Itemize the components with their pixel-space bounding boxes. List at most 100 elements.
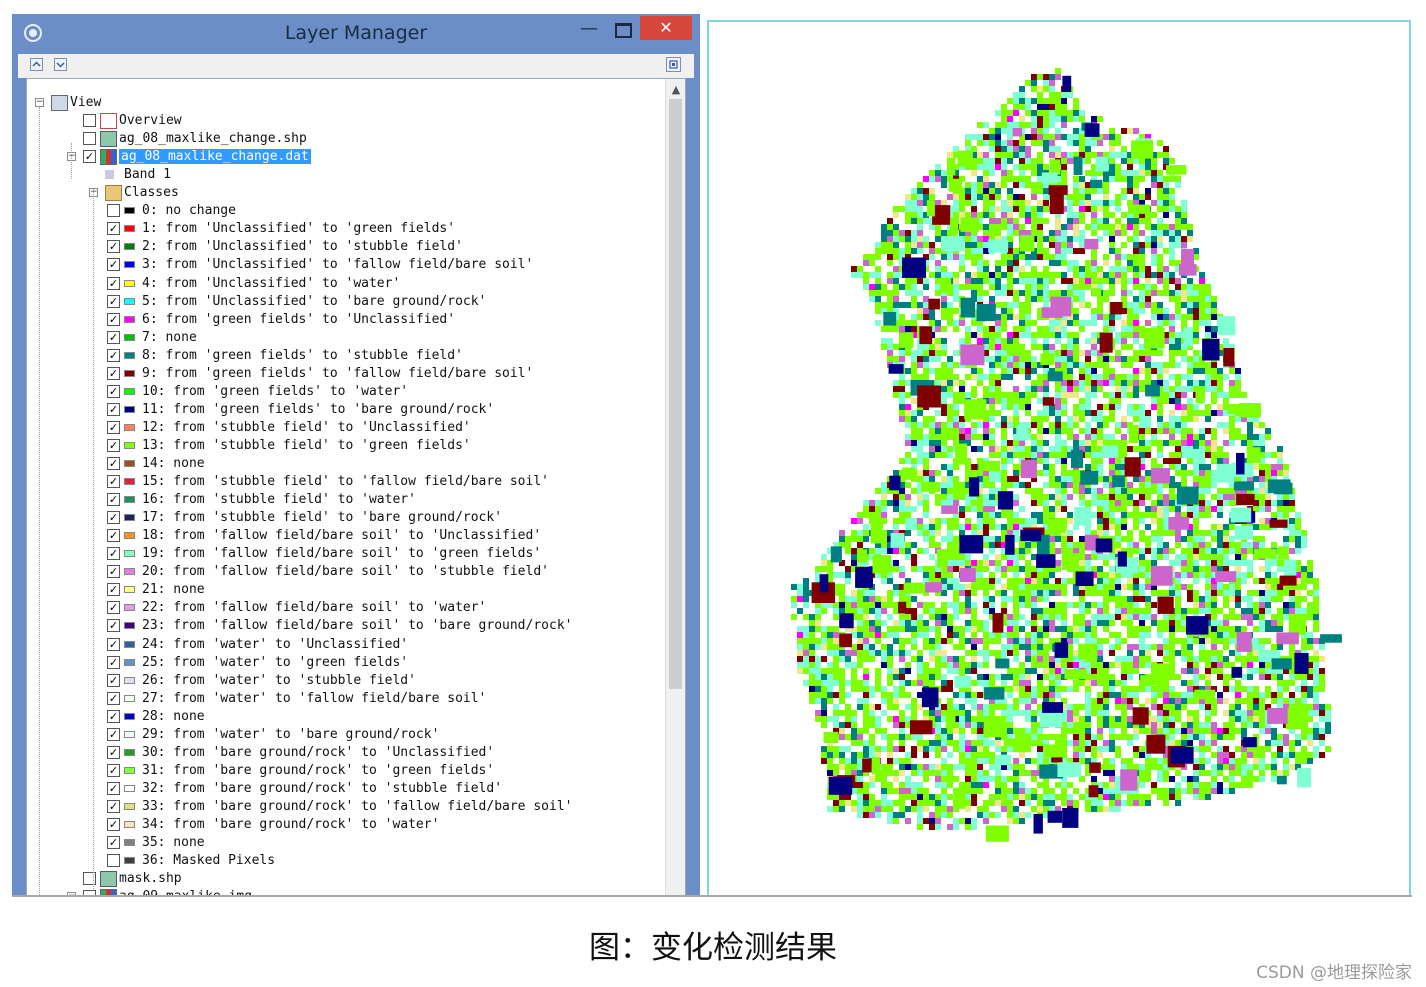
layer-checkbox[interactable]: ✓ <box>107 565 120 579</box>
layer-tree[interactable]: − View Overview ag_08_maxlike_change.shp − ✓ a… <box>26 78 686 896</box>
tree-label[interactable]: 15: from 'stubble field' to 'fallow fiel… <box>142 473 549 491</box>
selected-layer-label[interactable]: ag_08_maxlike_change.dat <box>119 149 311 165</box>
layer-checkbox[interactable]: ✓ <box>107 240 120 254</box>
layer-checkbox[interactable]: ✓ <box>107 673 120 687</box>
tree-label[interactable]: 20: from 'fallow field/bare soil' to 'st… <box>142 563 549 581</box>
tree-label[interactable]: 31: from 'bare ground/rock' to 'green fi… <box>142 762 494 780</box>
tree-label[interactable]: 14: none <box>142 455 205 473</box>
tree-label[interactable]: 35: none <box>142 834 205 852</box>
tree-label[interactable]: 19: from 'fallow field/bare soil' to 'gr… <box>142 545 541 563</box>
layer-checkbox[interactable]: ✓ <box>107 312 120 326</box>
tree-label[interactable]: Classes <box>124 184 179 202</box>
tree-label[interactable]: 29: from 'water' to 'bare ground/rock' <box>142 726 439 744</box>
expand-down-button[interactable] <box>54 58 67 71</box>
tree-label[interactable]: 16: from 'stubble field' to 'water' <box>142 491 416 509</box>
layer-checkbox[interactable]: ✓ <box>107 637 120 651</box>
tree-label[interactable]: 2: from 'Unclassified' to 'stubble field… <box>142 238 463 256</box>
layer-checkbox[interactable]: ✓ <box>107 619 120 633</box>
layer-checkbox[interactable]: ✓ <box>107 402 120 416</box>
tree-label[interactable]: 17: from 'stubble field' to 'bare ground… <box>142 509 502 527</box>
tree-label[interactable]: ag_08_maxlike_change.shp <box>119 130 307 148</box>
layer-checkbox[interactable]: ✓ <box>107 294 120 308</box>
layer-checkbox[interactable]: ✓ <box>107 420 120 434</box>
layer-checkbox[interactable]: ✓ <box>107 601 120 615</box>
layer-checkbox[interactable]: ✓ <box>107 763 120 777</box>
layer-checkbox[interactable] <box>107 854 120 868</box>
tree-label[interactable]: 33: from 'bare ground/rock' to 'fallow f… <box>142 798 572 816</box>
tree-label[interactable]: ag_08_maxlike_change.dat <box>119 148 311 166</box>
tree-label[interactable]: 5: from 'Unclassified' to 'bare ground/r… <box>142 293 486 311</box>
layer-checkbox[interactable]: ✓ <box>107 475 120 489</box>
layer-checkbox[interactable]: ✓ <box>107 745 120 759</box>
tree-label[interactable]: 7: none <box>142 329 197 347</box>
maximize-button[interactable] <box>606 18 640 42</box>
tree-label[interactable]: 11: from 'green fields' to 'bare ground/… <box>142 401 494 419</box>
layer-checkbox[interactable]: ✓ <box>107 529 120 543</box>
layer-checkbox[interactable]: ✓ <box>107 583 120 597</box>
tree-label[interactable]: 8: from 'green fields' to 'stubble field… <box>142 347 463 365</box>
tree-label[interactable]: Overview <box>119 112 182 130</box>
vertical-scrollbar[interactable]: ▲ <box>665 79 685 895</box>
close-button[interactable]: ✕ <box>640 16 692 40</box>
tree-label[interactable]: 1: from 'Unclassified' to 'green fields' <box>142 220 455 238</box>
layer-checkbox[interactable]: ✓ <box>107 836 120 850</box>
scroll-up-arrow-icon[interactable]: ▲ <box>666 83 685 97</box>
tree-label[interactable]: Band 1 <box>124 166 171 184</box>
layer-checkbox[interactable]: ✓ <box>107 781 120 795</box>
layer-checkbox[interactable]: ✓ <box>107 511 120 525</box>
tree-label[interactable]: mask.shp <box>119 870 182 888</box>
layer-checkbox[interactable]: ✓ <box>83 150 96 164</box>
tree-label[interactable]: 25: from 'water' to 'green fields' <box>142 654 408 672</box>
layer-checkbox[interactable]: ✓ <box>107 709 120 723</box>
tree-label[interactable]: 32: from 'bare ground/rock' to 'stubble … <box>142 780 502 798</box>
layer-checkbox[interactable]: ✓ <box>107 818 120 831</box>
map-view[interactable] <box>707 20 1411 897</box>
tree-label[interactable]: 10: from 'green fields' to 'water' <box>142 383 408 401</box>
tree-label[interactable]: 13: from 'stubble field' to 'green field… <box>142 437 471 455</box>
layer-checkbox[interactable]: ✓ <box>107 222 120 236</box>
pin-button[interactable] <box>666 57 681 72</box>
tree-label[interactable]: 9: from 'green fields' to 'fallow field/… <box>142 365 533 383</box>
tree-label[interactable]: 24: from 'water' to 'Unclassified' <box>142 636 408 654</box>
tree-label[interactable]: 6: from 'green fields' to 'Unclassified' <box>142 311 455 329</box>
minimize-button[interactable]: — <box>572 18 606 42</box>
tree-label[interactable]: 26: from 'water' to 'stubble field' <box>142 672 416 690</box>
layer-checkbox[interactable] <box>83 114 96 128</box>
layer-checkbox[interactable]: ✓ <box>107 799 120 813</box>
scroll-thumb[interactable] <box>669 99 682 689</box>
layer-checkbox[interactable] <box>83 132 96 146</box>
tree-label[interactable]: 23: from 'fallow field/bare soil' to 'ba… <box>142 617 572 635</box>
layer-checkbox[interactable]: ✓ <box>107 384 120 398</box>
collapse-up-button[interactable] <box>30 58 43 71</box>
layer-checkbox[interactable]: ✓ <box>107 655 120 669</box>
tree-label[interactable]: 27: from 'water' to 'fallow field/bare s… <box>142 690 486 708</box>
layer-checkbox[interactable]: ✓ <box>107 330 120 344</box>
layer-checkbox[interactable]: ✓ <box>107 691 120 705</box>
layer-checkbox[interactable]: ✓ <box>107 258 120 272</box>
tree-label[interactable]: 0: no change <box>142 202 236 220</box>
tree-label[interactable]: 21: none <box>142 581 205 599</box>
layer-checkbox[interactable]: ✓ <box>107 457 120 470</box>
tree-label[interactable]: 18: from 'fallow field/bare soil' to 'Un… <box>142 527 541 545</box>
title-bar[interactable]: Layer Manager — ✕ <box>12 14 700 52</box>
layer-checkbox[interactable]: ✓ <box>107 348 120 362</box>
layer-checkbox[interactable]: ✓ <box>107 366 120 380</box>
layer-checkbox[interactable]: ✓ <box>107 547 120 561</box>
layer-checkbox[interactable]: ✓ <box>107 438 120 452</box>
tree-label[interactable]: View <box>70 94 101 112</box>
tree-label[interactable]: 4: from 'Unclassified' to 'water' <box>142 275 400 293</box>
tree-label[interactable]: 36: Masked Pixels <box>142 852 275 870</box>
layer-checkbox[interactable]: ✓ <box>107 727 120 741</box>
tree-label[interactable]: 22: from 'fallow field/bare soil' to 'wa… <box>142 599 486 617</box>
tree-label[interactable]: 34: from 'bare ground/rock' to 'water' <box>142 816 439 834</box>
layer-checkbox[interactable]: ✓ <box>107 493 120 507</box>
layer-checkbox[interactable] <box>83 872 96 886</box>
map-pixel <box>935 410 941 416</box>
layer-checkbox[interactable]: ✓ <box>107 276 120 290</box>
tree-label[interactable]: 28: none <box>142 708 205 726</box>
tree-label[interactable]: 30: from 'bare ground/rock' to 'Unclassi… <box>142 744 494 762</box>
layer-checkbox[interactable] <box>107 204 120 218</box>
tree-label[interactable]: 12: from 'stubble field' to 'Unclassifie… <box>142 419 471 437</box>
tree-label[interactable]: 3: from 'Unclassified' to 'fallow field/… <box>142 256 533 274</box>
tree-expander[interactable]: − <box>35 98 44 107</box>
